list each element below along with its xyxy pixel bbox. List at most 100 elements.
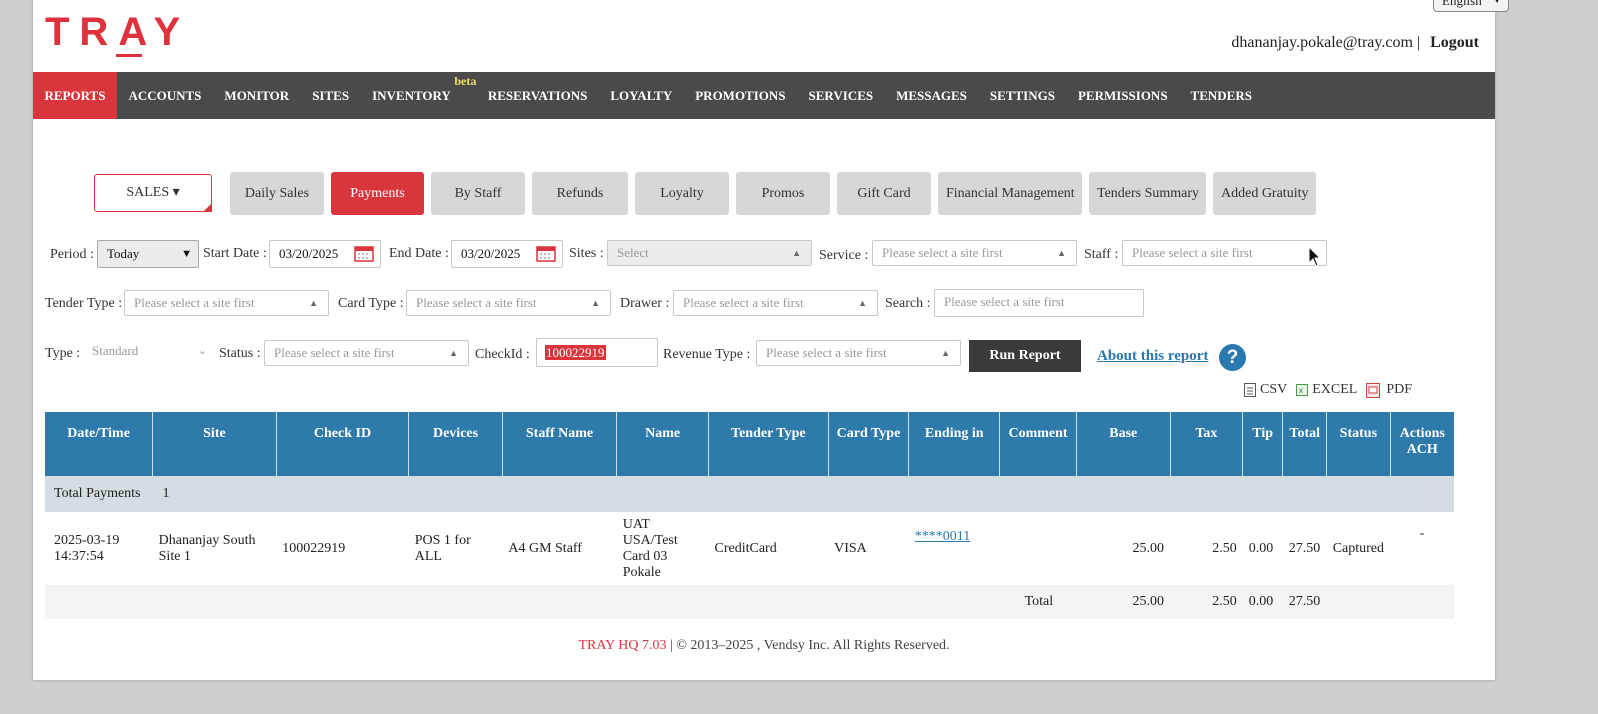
col-devices[interactable]: Devices	[408, 412, 503, 476]
checkid-input[interactable]: 100022919	[536, 338, 658, 367]
col-total[interactable]: Total	[1282, 412, 1327, 476]
sites-select[interactable]: Select ▲	[607, 240, 812, 266]
nav-item-monitor[interactable]: MONITOR	[213, 72, 301, 119]
start-date-label: Start Date :	[203, 246, 267, 261]
nav-item-messages[interactable]: MESSAGES	[885, 72, 979, 119]
caret-up-icon: ▲	[792, 248, 801, 258]
main-nav: REPORTS ACCOUNTS MONITOR SITES INVENTORY…	[33, 72, 1495, 119]
calendar-icon[interactable]	[536, 245, 556, 262]
nav-item-reports[interactable]: REPORTS	[33, 72, 117, 119]
svg-text:x: x	[1299, 386, 1303, 395]
tender-type-select[interactable]: Please select a site first ▲	[124, 290, 329, 316]
csv-export[interactable]: CSV	[1244, 382, 1287, 398]
ending-in-link[interactable]: ****0011	[915, 529, 970, 544]
mouse-cursor-icon	[1308, 246, 1322, 267]
nav-item-inventory[interactable]: INVENTORY beta	[361, 72, 476, 119]
language-select[interactable]: English ▼	[1433, 0, 1509, 12]
excel-export[interactable]: x EXCEL	[1296, 382, 1357, 398]
col-name[interactable]: Name	[616, 412, 709, 476]
col-check-id[interactable]: Check ID	[275, 412, 409, 476]
service-select[interactable]: Please select a site first ▲	[872, 240, 1077, 266]
col-tip[interactable]: Tip	[1242, 412, 1283, 476]
revenue-type-select[interactable]: Please select a site first ▲	[756, 340, 961, 366]
run-report-button[interactable]: Run Report	[969, 340, 1081, 372]
totals-total: 27.50	[1282, 585, 1327, 619]
tab-daily-sales[interactable]: Daily Sales	[230, 172, 324, 215]
caret-up-icon: ▲	[1057, 248, 1066, 258]
col-ending-in[interactable]: Ending in	[908, 412, 1000, 476]
pdf-export[interactable]: PDF	[1366, 382, 1412, 398]
cell-check-id: 100022919	[282, 540, 346, 556]
report-tabs: SALES ▾ Daily Sales Payments By Staff Re…	[94, 172, 1316, 215]
nav-item-loyalty[interactable]: LOYALTY	[599, 72, 684, 119]
col-tender-type[interactable]: Tender Type	[708, 412, 829, 476]
tab-promos[interactable]: Promos	[736, 172, 830, 215]
search-input[interactable]: Please select a site first	[934, 289, 1144, 317]
staff-select[interactable]: Please select a site first	[1122, 240, 1327, 266]
app-window: English ▼ TRAY dhananjay.pokale@tray.com …	[33, 0, 1509, 680]
col-site[interactable]: Site	[152, 412, 277, 476]
col-staff-name[interactable]: Staff Name	[501, 412, 617, 476]
nav-item-promotions[interactable]: PROMOTIONS	[684, 72, 797, 119]
cell-name-line1: UAT USA/Test	[622, 516, 678, 548]
revenue-type-placeholder: Please select a site first	[766, 345, 887, 360]
caret-up-icon: ▲	[941, 348, 950, 358]
staff-placeholder: Please select a site first	[1132, 245, 1253, 260]
cell-devices: POS 1 for ALL	[414, 532, 471, 564]
nav-item-tenders[interactable]: TENDERS	[1179, 72, 1263, 119]
pdf-label: PDF	[1386, 382, 1413, 397]
end-date-label: End Date :	[389, 246, 449, 261]
user-separator: |	[1416, 34, 1421, 51]
tab-loyalty[interactable]: Loyalty	[635, 172, 729, 215]
drawer-select[interactable]: Please select a site first ▲	[673, 290, 878, 316]
tray-logo[interactable]: TRAY	[45, 10, 190, 57]
start-date-input[interactable]: 03/20/2025	[269, 240, 381, 268]
col-actions-ach[interactable]: Actions ACH	[1389, 412, 1454, 476]
tab-by-staff[interactable]: By Staff	[431, 172, 525, 215]
col-base[interactable]: Base	[1075, 412, 1171, 476]
table-row[interactable]: 2025-03-19 14:37:54 Dhananjay South Site 1…	[45, 512, 1454, 585]
logout-link[interactable]: Logout	[1430, 34, 1479, 51]
status-select[interactable]: Please select a site first ▲	[264, 340, 469, 366]
csv-file-icon	[1244, 383, 1256, 397]
cell-actions[interactable]: -	[1390, 512, 1454, 585]
chevron-down-icon: ▼	[181, 248, 192, 260]
totals-label: Total	[999, 585, 1077, 619]
search-placeholder: Please select a site first	[944, 294, 1065, 309]
col-status[interactable]: Status	[1326, 412, 1391, 476]
about-report-link[interactable]: About this report	[1097, 348, 1208, 365]
drawer-placeholder: Please select a site first	[683, 295, 804, 310]
tab-gift-card[interactable]: Gift Card	[837, 172, 931, 215]
calendar-icon[interactable]	[354, 245, 374, 262]
help-icon[interactable]: ?	[1219, 344, 1246, 371]
end-date-input[interactable]: 03/20/2025	[451, 240, 563, 268]
col-datetime[interactable]: Date/Time	[45, 412, 153, 476]
logo-underline	[116, 54, 142, 57]
tab-refunds[interactable]: Refunds	[532, 172, 628, 215]
nav-item-settings[interactable]: SETTINGS	[978, 72, 1066, 119]
nav-item-accounts[interactable]: ACCOUNTS	[117, 72, 213, 119]
footer-copyright: | © 2013–2025 , Vendsy Inc. All Rights R…	[666, 638, 950, 653]
col-comment[interactable]: Comment	[999, 412, 1077, 476]
sales-dropdown[interactable]: SALES ▾	[94, 174, 212, 212]
type-select[interactable]: Standard ⌄	[83, 339, 213, 365]
excel-label: EXCEL	[1312, 382, 1358, 397]
tab-financial-management[interactable]: Financial Management	[938, 172, 1082, 215]
footer-brand[interactable]: TRAY HQ 7.03	[578, 638, 666, 653]
col-card-type[interactable]: Card Type	[827, 412, 909, 476]
revenue-type-label: Revenue Type :	[663, 347, 751, 362]
total-payments-label: Total Payments	[54, 486, 141, 501]
nav-item-services[interactable]: SERVICES	[797, 72, 885, 119]
service-label: Service :	[819, 248, 869, 263]
cell-base: 25.00	[1132, 540, 1165, 556]
tab-tenders-summary[interactable]: Tenders Summary	[1089, 172, 1206, 215]
card-type-select[interactable]: Please select a site first ▲	[406, 290, 611, 316]
nav-item-permissions[interactable]: PERMISSIONS	[1066, 72, 1179, 119]
tab-payments[interactable]: Payments	[331, 172, 424, 215]
nav-item-reservations[interactable]: RESERVATIONS	[476, 72, 599, 119]
search-label: Search :	[885, 296, 931, 311]
col-tax[interactable]: Tax	[1169, 412, 1243, 476]
nav-item-sites[interactable]: SITES	[301, 72, 361, 119]
tab-added-gratuity[interactable]: Added Gratuity	[1213, 172, 1316, 215]
period-select[interactable]: Today ▼	[97, 240, 199, 268]
